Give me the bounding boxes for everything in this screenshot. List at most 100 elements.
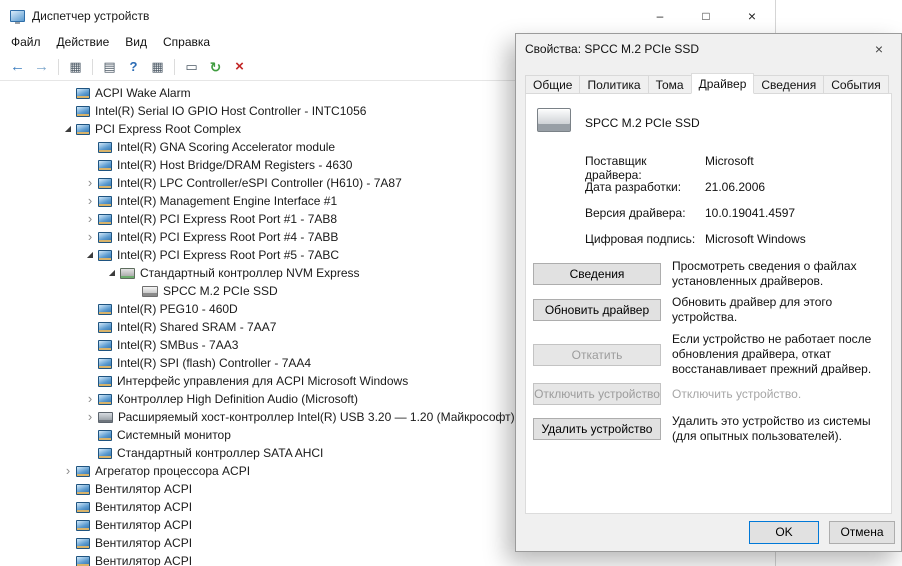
tree-item-label: Вентилятор ACPI bbox=[95, 554, 193, 566]
driver-details-button[interactable]: Сведения bbox=[533, 263, 661, 285]
driver-tab-page: SPCC M.2 PCIe SSD Поставщик драйвера: Mi… bbox=[525, 93, 892, 514]
chevron-expanded-icon[interactable]: ◢ bbox=[82, 251, 98, 259]
action-description: Если устройство не работает после обновл… bbox=[672, 332, 872, 376]
disable-device-button[interactable]: Отключить устройство bbox=[533, 383, 661, 405]
console-tree-button[interactable]: ▦ bbox=[64, 55, 87, 78]
forward-button[interactable]: → bbox=[30, 55, 53, 78]
forward-icon: → bbox=[34, 58, 49, 75]
tab-general[interactable]: Общие bbox=[525, 75, 581, 94]
toolbar-separator bbox=[174, 58, 175, 75]
tree-item-label: Вентилятор ACPI bbox=[95, 482, 193, 496]
dialog-titlebar: Свойства: SPCC M.2 PCIe SSD × bbox=[516, 34, 901, 64]
chip-device-icon bbox=[98, 159, 112, 171]
chip-device-icon bbox=[98, 339, 112, 351]
nvme-device-icon bbox=[120, 267, 135, 279]
properties-icon: ▦ bbox=[151, 59, 164, 74]
chip-device-icon bbox=[98, 321, 112, 333]
tree-item-label: Системный монитор bbox=[117, 428, 231, 442]
driver-action-row: Сведения Просмотреть сведения о файлах у… bbox=[533, 257, 883, 291]
dialog-footer: OK Отмена bbox=[516, 513, 901, 551]
tree-item-label: Интерфейс управления для ACPI Microsoft … bbox=[117, 374, 409, 388]
driver-action-row: Откатить Если устройство не работает пос… bbox=[533, 331, 883, 378]
chip-device-icon bbox=[76, 87, 90, 99]
maximize-button[interactable]: □ bbox=[683, 0, 729, 31]
chip-device-icon bbox=[98, 195, 112, 207]
window-title: Диспетчер устройств bbox=[32, 8, 150, 23]
chip-device-icon bbox=[98, 357, 112, 369]
computer-button[interactable]: ▭ bbox=[180, 55, 203, 78]
properties-button[interactable]: ▦ bbox=[146, 55, 169, 78]
tab-volumes[interactable]: Тома bbox=[647, 75, 692, 94]
menu-file[interactable]: Файл bbox=[3, 32, 49, 52]
usb-device-icon bbox=[98, 411, 113, 423]
update-driver-button[interactable]: Обновить драйвер bbox=[533, 299, 661, 321]
device-manager-icon bbox=[10, 9, 25, 24]
tab-driver[interactable]: Драйвер bbox=[690, 73, 755, 94]
tree-item-label: Стандартный контроллер SATA AHCI bbox=[117, 446, 324, 460]
tree-item-label: Intel(R) GNA Scoring Accelerator module bbox=[117, 140, 336, 154]
chip-device-icon bbox=[76, 123, 90, 135]
roll-back-driver-button[interactable]: Откатить bbox=[533, 343, 661, 366]
dialog-close-button[interactable]: × bbox=[857, 34, 901, 64]
chip-device-icon bbox=[98, 303, 112, 315]
chip-device-icon bbox=[98, 177, 112, 189]
tree-item[interactable]: Вентилятор ACPI bbox=[0, 552, 774, 566]
chevron-expanded-icon[interactable]: ◢ bbox=[104, 269, 120, 277]
chip-device-icon bbox=[98, 393, 112, 405]
export-list-button[interactable]: ▤ bbox=[98, 55, 121, 78]
ok-button[interactable]: OK bbox=[749, 520, 819, 544]
chip-device-icon bbox=[76, 537, 90, 549]
chip-device-icon bbox=[76, 483, 90, 495]
tree-item-label: Intel(R) LPC Controller/eSPI Controller … bbox=[117, 176, 402, 190]
uninstall-device-button[interactable]: Удалить устройство bbox=[533, 418, 661, 440]
chevron-right-icon[interactable]: › bbox=[82, 392, 98, 405]
chevron-right-icon[interactable]: › bbox=[82, 176, 98, 189]
chip-device-icon bbox=[98, 429, 112, 441]
chevron-right-icon[interactable]: › bbox=[82, 194, 98, 207]
cancel-button[interactable]: Отмена bbox=[829, 520, 895, 544]
driver-action-row: Обновить драйвер Обновить драйвер для эт… bbox=[533, 295, 883, 324]
chevron-right-icon[interactable]: › bbox=[82, 410, 98, 423]
menu-action[interactable]: Действие bbox=[49, 32, 118, 52]
chip-device-icon bbox=[98, 375, 112, 387]
back-button[interactable]: ← bbox=[6, 55, 29, 78]
chip-device-icon bbox=[98, 231, 112, 243]
help-button[interactable]: ? bbox=[122, 55, 145, 78]
properties-dialog: Свойства: SPCC M.2 PCIe SSD × Общие Полит… bbox=[515, 33, 902, 552]
menu-view[interactable]: Вид bbox=[117, 32, 155, 52]
tree-item-label: Intel(R) Management Engine Interface #1 bbox=[117, 194, 338, 208]
export-list-icon: ▤ bbox=[103, 59, 116, 74]
tab-policy[interactable]: Политика bbox=[579, 75, 649, 94]
chip-device-icon bbox=[98, 447, 112, 459]
close-button[interactable]: × bbox=[729, 0, 775, 31]
tree-item-label: SPCC M.2 PCIe SSD bbox=[163, 284, 278, 298]
minimize-button[interactable]: – bbox=[637, 0, 683, 31]
window-controls: – □ × bbox=[637, 0, 775, 31]
chevron-right-icon[interactable]: › bbox=[82, 230, 98, 243]
action-description: Отключить устройство. bbox=[672, 386, 802, 401]
action-description: Просмотреть сведения о файлах установлен… bbox=[672, 259, 857, 288]
menu-help[interactable]: Справка bbox=[155, 32, 218, 52]
computer-icon: ▭ bbox=[185, 59, 198, 74]
tree-item-label: Агрегатор процессора ACPI bbox=[95, 464, 251, 478]
chevron-right-icon[interactable]: › bbox=[60, 464, 76, 477]
tab-details[interactable]: Сведения bbox=[753, 75, 825, 94]
tree-item-label: Intel(R) Serial IO GPIO Host Controller … bbox=[95, 104, 367, 118]
tree-item-label: Intel(R) PCI Express Root Port #5 - 7ABC bbox=[117, 248, 340, 262]
disk-device-icon bbox=[142, 285, 158, 297]
chip-device-icon bbox=[98, 249, 112, 261]
tree-item-label: Intel(R) SPI (flash) Controller - 7AA4 bbox=[117, 356, 312, 370]
scan-hardware-icon: ↻ bbox=[209, 58, 222, 75]
back-icon: ← bbox=[10, 58, 25, 75]
tab-events[interactable]: События bbox=[823, 75, 889, 94]
tab-strip: Общие Политика Тома Драйвер Сведения События bbox=[525, 73, 889, 94]
uninstall-device-button[interactable]: × bbox=[228, 55, 251, 78]
chip-device-icon bbox=[98, 141, 112, 153]
chevron-right-icon[interactable]: › bbox=[82, 212, 98, 225]
help-icon: ? bbox=[129, 59, 138, 74]
chip-device-icon bbox=[76, 105, 90, 117]
scan-hardware-button[interactable]: ↻ bbox=[204, 55, 227, 78]
uninstall-device-icon: × bbox=[235, 58, 244, 75]
chevron-expanded-icon[interactable]: ◢ bbox=[60, 125, 76, 133]
tree-item-label: Контроллер High Definition Audio (Micros… bbox=[117, 392, 358, 406]
